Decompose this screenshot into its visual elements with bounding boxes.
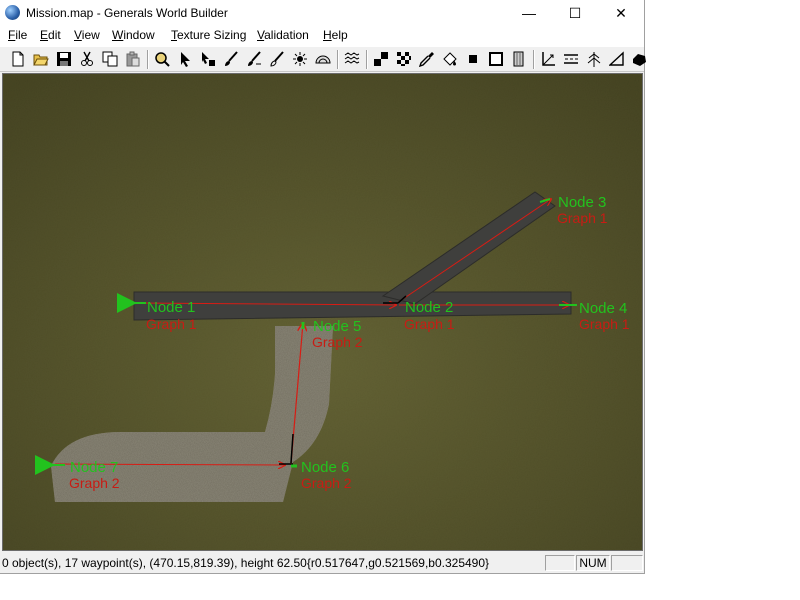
waypoint-label[interactable]: Node 1	[147, 300, 195, 315]
open-folder-icon[interactable]	[32, 50, 50, 68]
menu-window[interactable]: Window	[112, 28, 155, 42]
toolbar-separator	[337, 50, 339, 69]
water-icon[interactable]	[343, 50, 361, 68]
num-lock-indicator: NUM	[576, 555, 610, 571]
menu-bar: File Edit View Window Texture Sizing Val…	[0, 26, 644, 46]
status-bar: 0 object(s), 17 waypoint(s), (470.15,819…	[0, 553, 644, 573]
window-title: Mission.map - Generals World Builder	[26, 6, 228, 20]
graph-label: Graph 2	[301, 475, 352, 491]
toolbar	[0, 46, 646, 72]
graph-label: Graph 1	[557, 210, 608, 226]
app-window: Mission.map - Generals World Builder — ☐…	[0, 0, 646, 574]
title-bar[interactable]: Mission.map - Generals World Builder — ☐…	[0, 0, 644, 26]
menu-edit[interactable]: Edit	[40, 28, 61, 42]
tint-icon[interactable]	[314, 50, 332, 68]
paste-icon[interactable]	[124, 50, 142, 68]
wall-icon[interactable]	[510, 50, 528, 68]
square-icon[interactable]	[464, 50, 482, 68]
waypoint-label[interactable]: Node 3	[558, 195, 606, 210]
status-pane	[611, 555, 643, 571]
waypoint-icon[interactable]	[539, 50, 557, 68]
zoom-icon[interactable]	[153, 50, 171, 68]
fill-icon[interactable]	[441, 50, 459, 68]
toolbar-separator	[366, 50, 368, 69]
status-text: 0 object(s), 17 waypoint(s), (470.15,819…	[2, 556, 490, 570]
brush-smooth-icon[interactable]	[268, 50, 286, 68]
menu-texture-sizing[interactable]: Texture Sizing	[171, 28, 246, 42]
object-tool-icon[interactable]	[199, 50, 217, 68]
close-button[interactable]: ✕	[598, 0, 644, 26]
road-icon[interactable]	[562, 50, 580, 68]
sun-icon[interactable]	[291, 50, 309, 68]
menu-view[interactable]: View	[74, 28, 100, 42]
map-viewport[interactable]: Node 1 Graph 1 Node 2 Graph 1 Node 3 Gra…	[2, 73, 643, 551]
waypoint-label[interactable]: Node 5	[313, 319, 361, 334]
menu-validation[interactable]: Validation	[257, 28, 309, 42]
square-outline-icon[interactable]	[487, 50, 505, 68]
brush-feather-icon[interactable]	[245, 50, 263, 68]
toolbar-separator	[533, 50, 535, 69]
waypoint-label[interactable]: Node 2	[405, 300, 453, 315]
waypoint-label[interactable]: Node 4	[579, 301, 627, 316]
globe-icon	[5, 5, 20, 20]
menu-help[interactable]: Help	[323, 28, 348, 42]
pointer-icon[interactable]	[176, 50, 194, 68]
copy-icon[interactable]	[101, 50, 119, 68]
eyedropper-icon[interactable]	[418, 50, 436, 68]
ramp-icon[interactable]	[608, 50, 626, 68]
waypoint-label[interactable]: Node 7	[70, 460, 118, 475]
checker-fine-icon[interactable]	[395, 50, 413, 68]
menu-file[interactable]: File	[8, 28, 27, 42]
bridge-icon[interactable]	[630, 50, 648, 68]
new-file-icon[interactable]	[9, 50, 27, 68]
graph-label: Graph 2	[69, 475, 120, 491]
graph-label: Graph 1	[579, 316, 630, 332]
status-pane	[545, 555, 575, 571]
waypoint-label[interactable]: Node 6	[301, 460, 349, 475]
brush-icon[interactable]	[222, 50, 240, 68]
graph-label: Graph 1	[146, 316, 197, 332]
maximize-button[interactable]: ☐	[552, 0, 598, 26]
graph-label: Graph 1	[404, 316, 455, 332]
checker-icon[interactable]	[372, 50, 390, 68]
cut-icon[interactable]	[78, 50, 96, 68]
toolbar-separator	[147, 50, 149, 69]
save-icon[interactable]	[55, 50, 73, 68]
tree-icon[interactable]	[585, 50, 603, 68]
minimize-button[interactable]: —	[506, 0, 552, 26]
graph-label: Graph 2	[312, 334, 363, 350]
